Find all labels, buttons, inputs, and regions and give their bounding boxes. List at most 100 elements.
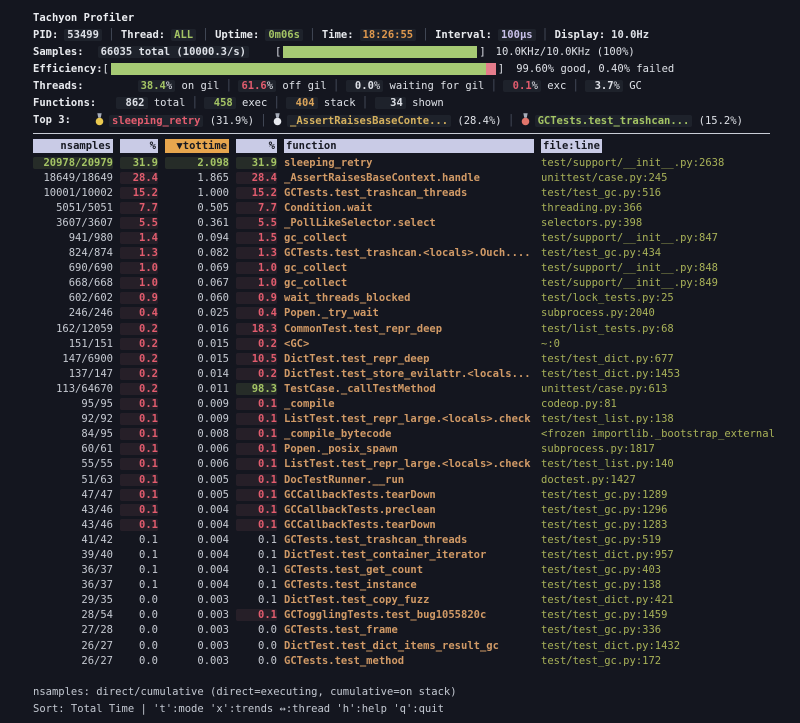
nsamples-cell: 28/54: [33, 609, 113, 621]
table-row[interactable]: 26/270.00.0030.0DictTest.test_dict_items…: [33, 638, 800, 653]
col-header-nsamples[interactable]: nsamples: [33, 139, 113, 153]
top3-items: sleeping_retry (31.9%) │ _AssertRaisesBa…: [95, 113, 743, 127]
table-row[interactable]: 41/420.10.0040.1GCTests.test_trashcan_th…: [33, 532, 800, 547]
samples-bar-open: [: [275, 46, 281, 58]
col-header-direct-pct[interactable]: %: [120, 139, 158, 153]
nsamples-cell: 824/874: [33, 247, 113, 259]
samples-line: Samples:66035 total (10000.3/s)[]10.0KHz…: [33, 43, 800, 60]
table-row[interactable]: 690/6901.00.0691.0gc_collecttest/support…: [33, 261, 800, 276]
table-row[interactable]: 668/6681.00.0671.0gc_collecttest/support…: [33, 276, 800, 291]
table-row[interactable]: 55/550.10.0060.1ListTest.test_repr_large…: [33, 457, 800, 472]
function-stat-desc: total: [148, 97, 186, 109]
separator: │: [502, 115, 521, 127]
nsamples-cell: 10001/10002: [33, 187, 113, 199]
function-cell: DictTest.test_dict_items_result_gc: [284, 640, 534, 652]
tottime-cell: 1.000: [165, 187, 229, 199]
col-header-function[interactable]: function: [284, 139, 534, 153]
function-cell: TestCase._callTestMethod: [284, 383, 534, 395]
table-row[interactable]: 5051/50517.70.5057.7Condition.waitthread…: [33, 200, 800, 215]
table-row[interactable]: 51/630.10.0050.1DocTestRunner.__rundocte…: [33, 472, 800, 487]
table-row[interactable]: 10001/1000215.21.00015.2GCTests.test_tra…: [33, 185, 800, 200]
direct-pct-cell: 0.4: [120, 307, 158, 319]
tottime-cell: 0.014: [165, 368, 229, 380]
file-line-cell: test/test_gc.py:1289: [541, 489, 800, 501]
file-line-cell: test/test_dict.py:1432: [541, 640, 800, 652]
tottime-cell: 0.025: [165, 307, 229, 319]
samples-rate: 10.0KHz/10.0KHz (100%): [496, 46, 635, 58]
table-row[interactable]: 113/646700.20.01198.3TestCase._callTestM…: [33, 381, 800, 396]
table-row[interactable]: 84/950.10.0080.1_compile_bytecode<frozen…: [33, 427, 800, 442]
table-row[interactable]: 602/6020.90.0600.9wait_threads_blockedte…: [33, 291, 800, 306]
cumulative-pct-cell: 0.2: [236, 368, 277, 380]
table-row[interactable]: 36/370.10.0040.1GCTests.test_instancetes…: [33, 578, 800, 593]
table-row[interactable]: 43/460.10.0040.1GCCallbackTests.preclean…: [33, 502, 800, 517]
table-row[interactable]: 162/120590.20.01618.3CommonTest.test_rep…: [33, 321, 800, 336]
direct-pct-cell: 1.3: [120, 247, 158, 259]
table-row[interactable]: 246/2460.40.0250.4Popen._try_waitsubproc…: [33, 306, 800, 321]
tottime-cell: 0.003: [165, 609, 229, 621]
table-row[interactable]: 29/350.00.0030.1DictTest.test_copy_fuzzt…: [33, 593, 800, 608]
tottime-cell: 0.005: [165, 489, 229, 501]
function-cell: DictTest.test_store_evilattr.<locals...: [284, 368, 534, 380]
thread-stat-value: 61.6%: [238, 80, 276, 92]
file-line-cell: test/lock_tests.py:25: [541, 292, 800, 304]
separator: │: [196, 29, 215, 41]
table-row[interactable]: 20978/2097931.92.09831.9sleeping_retryte…: [33, 155, 800, 170]
table-row[interactable]: 92/920.10.0090.1ListTest.test_repr_large…: [33, 412, 800, 427]
col-header-file-line[interactable]: file:line: [541, 139, 602, 153]
tottime-cell: 0.003: [165, 624, 229, 636]
separator: │: [254, 115, 273, 127]
cumulative-pct-cell: 0.1: [236, 474, 277, 486]
thread-stat-value: 38.4%: [138, 80, 176, 92]
function-cell: _compile: [284, 398, 534, 410]
cumulative-pct-cell: 1.5: [236, 232, 277, 244]
thread-stat-desc: on gil: [175, 80, 219, 92]
table-row[interactable]: 147/69000.20.01510.5DictTest.test_repr_d…: [33, 351, 800, 366]
nsamples-cell: 95/95: [33, 398, 113, 410]
table-row[interactable]: 26/270.00.0030.0GCTests.test_methodtest/…: [33, 653, 800, 668]
direct-pct-cell: 0.1: [120, 534, 158, 546]
table-row[interactable]: 151/1510.20.0150.2<GC>~:0: [33, 336, 800, 351]
function-stat-value: 458: [204, 97, 235, 109]
cumulative-pct-cell: 0.1: [236, 579, 277, 591]
table-row[interactable]: 824/8741.30.0821.3GCTests.test_trashcan.…: [33, 246, 800, 261]
function-cell: _AssertRaisesBaseContext.handle: [284, 172, 534, 184]
nsamples-cell: 41/42: [33, 534, 113, 546]
thread-stat-value: 3.7%: [585, 80, 623, 92]
table-row[interactable]: 43/460.10.0040.1GCCallbackTests.tearDown…: [33, 517, 800, 532]
table-row[interactable]: 39/400.10.0040.1DictTest.test_container_…: [33, 547, 800, 562]
thread-stat-number: 38.4: [141, 80, 166, 92]
table-row[interactable]: 95/950.10.0090.1_compilecodeop.py:81: [33, 397, 800, 412]
top-function-name[interactable]: _AssertRaisesBaseConte...: [287, 115, 451, 127]
table-row[interactable]: 47/470.10.0050.1GCCallbackTests.tearDown…: [33, 487, 800, 502]
table-row[interactable]: 18649/1864928.41.86528.4_AssertRaisesBas…: [33, 170, 800, 185]
efficiency-failed-fill: [486, 63, 496, 75]
table-row[interactable]: 941/9801.40.0941.5gc_collecttest/support…: [33, 230, 800, 245]
thread-stat-number: 0.0: [349, 80, 374, 92]
table-row[interactable]: 36/370.10.0040.1GCTests.test_get_countte…: [33, 563, 800, 578]
interval-label: Interval:: [435, 29, 492, 41]
tottime-cell: 0.016: [165, 323, 229, 335]
direct-pct-cell: 5.5: [120, 217, 158, 229]
function-cell: ListTest.test_repr_large.<locals>.check: [284, 413, 534, 425]
file-line-cell: doctest.py:1427: [541, 474, 800, 486]
table-row[interactable]: 3607/36075.50.3615.5_PollLikeSelector.se…: [33, 215, 800, 230]
top-function-share: (28.4%): [451, 115, 502, 127]
thread-value[interactable]: ALL: [171, 29, 196, 41]
tottime-cell: 0.003: [165, 594, 229, 606]
table-row[interactable]: 27/280.00.0030.0GCTests.test_frametest/t…: [33, 623, 800, 638]
cumulative-pct-cell: 0.1: [236, 504, 277, 516]
file-line-cell: selectors.py:398: [541, 217, 800, 229]
top-function-name[interactable]: GCTests.test_trashcan...: [535, 115, 693, 127]
function-cell: DictTest.test_copy_fuzz: [284, 594, 534, 606]
top-function-name[interactable]: sleeping_retry: [109, 115, 204, 127]
table-row[interactable]: 137/1470.20.0140.2DictTest.test_store_ev…: [33, 366, 800, 381]
uptime-value: 0m06s: [265, 29, 303, 41]
table-row[interactable]: 60/610.10.0060.1Popen._posix_spawnsubpro…: [33, 442, 800, 457]
col-header-cumulative-pct[interactable]: %: [236, 139, 277, 153]
col-header-tottime-sorted[interactable]: ▼tottime: [165, 139, 229, 153]
cumulative-pct-cell: 0.9: [236, 292, 277, 304]
function-cell: GCCallbackTests.preclean: [284, 504, 534, 516]
profiler-terminal: Tachyon Profiler PID:53499 │ Thread:ALL …: [0, 0, 800, 723]
table-row[interactable]: 28/540.00.0030.1GCTogglingTests.test_bug…: [33, 608, 800, 623]
